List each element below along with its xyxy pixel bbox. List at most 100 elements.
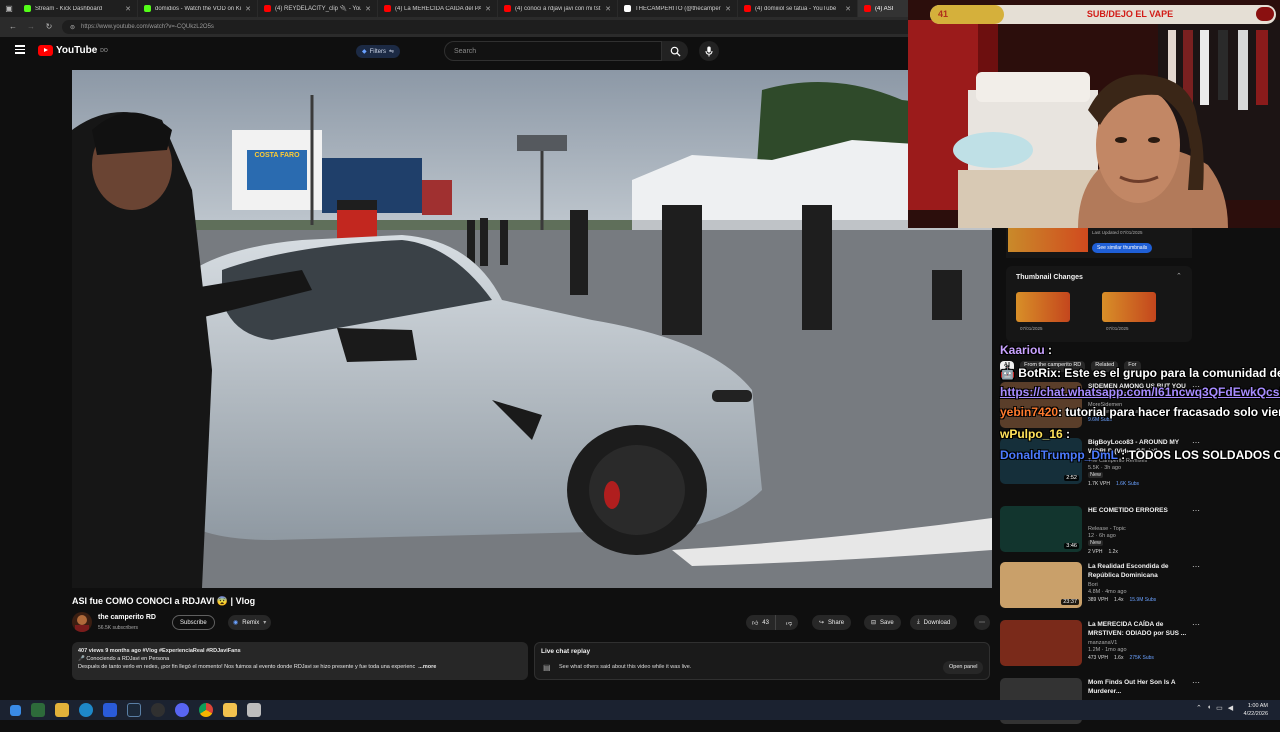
youtube-logo[interactable]: YouTube DO (38, 45, 108, 56)
recommendation-thumbnail[interactable]: 3:46 (1000, 506, 1082, 552)
chrome-app-icon[interactable] (199, 703, 213, 717)
browser-tab[interactable]: (4) REYDELACITY_clip 🔌 - YouTu ✕ (258, 0, 378, 17)
hamburger-menu-icon[interactable] (15, 45, 25, 54)
window-menu-icon[interactable]: ▣ (0, 4, 18, 14)
search-button[interactable] (662, 41, 688, 61)
discord-app-icon[interactable] (175, 703, 189, 717)
recommendation-thumbnail[interactable]: 23:37 (1000, 562, 1082, 608)
tab-close-icon[interactable]: ✕ (605, 5, 611, 13)
browser-tab[interactable]: (4) La MERECIDA CAÍDA del PAD ✕ (378, 0, 498, 17)
recommendation-channel[interactable]: Release - Topic (1088, 526, 1126, 532)
filters-button[interactable]: ◆ Filters ⇋ (356, 45, 400, 58)
tab-close-icon[interactable]: ✕ (125, 5, 131, 13)
file-explorer-icon[interactable] (55, 703, 69, 717)
recommendation-title[interactable]: La MERECIDA CAÍDA de MRSTIVEN: ODIADO po… (1088, 620, 1192, 638)
chat-username[interactable]: Kaariou (1000, 343, 1045, 357)
network-icon[interactable]: ▭ (1216, 704, 1223, 712)
download-button[interactable]: ⤓ Download (910, 615, 958, 630)
thumbnail-changes-title: Thumbnail Changes (1016, 274, 1083, 281)
collapse-chevron-icon[interactable]: ⌃ (1176, 272, 1182, 280)
tab-favicon-icon (624, 5, 631, 12)
description-box[interactable]: 407 views 9 months ago #Vlog #Experienci… (72, 642, 528, 680)
recommendation-thumbnail[interactable] (1000, 620, 1082, 666)
youtube-logo-country: DO (100, 47, 108, 54)
url-field[interactable]: ⊜ https://www.youtube.com/watch?v=-CQUkz… (62, 20, 922, 34)
youtube-play-icon (38, 45, 53, 56)
chat-message: yebin7420: tutorial para hacer fracasado… (1000, 405, 1280, 419)
chat-username[interactable]: 🤖 BotRix (1000, 366, 1057, 380)
tab-close-icon[interactable]: ✕ (725, 5, 731, 13)
recommendation-item[interactable]: La MERECIDA CAÍDA de MRSTIVEN: ODIADO po… (1000, 620, 1280, 674)
tray-chevron-icon[interactable]: ⌃ (1196, 704, 1202, 712)
browser-tab[interactable]: Stream - Kick Dashboard ✕ (18, 0, 138, 17)
more-options-icon[interactable]: ⋯ (1192, 620, 1200, 629)
subscribe-button[interactable]: Subscribe (172, 615, 215, 630)
recommendation-channel[interactable]: manzanaV1 (1088, 640, 1117, 646)
system-tray: ⌃ ◖ ▭ ◀ (1196, 704, 1233, 712)
stream-goal-text: SUB/DEJO EL VAPE (1086, 9, 1174, 19)
video-player[interactable]: COSTA FARO (72, 70, 992, 588)
recommendation-item[interactable]: 3:46 HE COMETIDO ERRORES Release - Topic 12… (1000, 506, 1280, 560)
channel-name[interactable]: the camperito RD (98, 614, 156, 621)
tab-close-icon[interactable]: ✕ (245, 5, 251, 13)
browser-tab[interactable]: (4) conoci a rdjavi javi con mi tst ✕ (498, 0, 618, 17)
recommendation-title[interactable]: La Realidad Escondida de República Domin… (1088, 562, 1192, 580)
thumbnail-change-1[interactable] (1016, 292, 1070, 322)
remix-button[interactable]: ◉ Remix ▾ (228, 615, 272, 630)
tab-close-icon[interactable]: ✕ (845, 5, 851, 13)
start-menu-icon[interactable] (10, 704, 21, 716)
share-button[interactable]: ↪ Share (812, 615, 852, 630)
dislike-button[interactable]: 👎︎ (780, 619, 798, 627)
recommendation-item[interactable]: 2:52 BigBoyLoco83 - AROUND MY WORLD (Vide… (1000, 438, 1280, 492)
chat-text: : Este es el grupo para la comunidad de … (1056, 366, 1280, 380)
volume-icon[interactable]: ◀ (1228, 704, 1233, 712)
chat-username[interactable]: yebin7420 (1000, 405, 1058, 419)
stat-chip: 389 VPH (1088, 597, 1109, 603)
like-button[interactable]: 👍︎ 43 (746, 615, 776, 630)
browser-tab[interactable]: (4) domiiiol se tatua - YouTube ✕ (738, 0, 858, 17)
steam-app-icon[interactable] (127, 703, 141, 717)
browser-tab[interactable]: domidios - Watch the VOD on Ki ✕ (138, 0, 258, 17)
more-actions-button[interactable]: ⋯ (974, 615, 990, 630)
more-options-icon[interactable]: ⋯ (1192, 438, 1200, 447)
recommendation-channel[interactable]: Bori (1088, 582, 1098, 588)
search-placeholder: Search (454, 47, 477, 55)
browser-tab[interactable]: THECAMPERITO (@thecamperito ✕ (618, 0, 738, 17)
taskbar-clock[interactable]: 1:00 AM 4/22/2026 (1244, 702, 1268, 718)
recommendation-item[interactable]: 23:37 La Realidad Escondida de República … (1000, 562, 1280, 616)
site-info-icon[interactable]: ⊜ (70, 24, 75, 31)
tab-title: (4) REYDELACITY_clip 🔌 - YouTu (275, 6, 362, 12)
reload-icon[interactable]: ↻ (44, 22, 54, 32)
word-app-icon[interactable] (103, 703, 117, 717)
terminal-app-icon[interactable] (31, 703, 45, 717)
youtube-logo-text: YouTube (56, 45, 98, 56)
edge-browser-icon[interactable] (79, 703, 93, 717)
thumbnail-change-2[interactable] (1102, 292, 1156, 322)
chat-message: DonaldTrumpp_DmL : TODOS LOS SOLDADOS O (1000, 448, 1280, 462)
save-button[interactable]: ⊟ Save (864, 615, 901, 630)
thumbs-down-icon: 👎︎ (785, 620, 793, 627)
more-options-icon[interactable]: ⋯ (1192, 678, 1200, 687)
shield-app-icon[interactable] (247, 703, 261, 717)
voice-search-button[interactable] (699, 41, 719, 61)
search-input[interactable]: Search (444, 41, 662, 61)
recommendation-title[interactable]: HE COMETIDO ERRORES (1088, 506, 1192, 515)
mic-tray-icon[interactable]: ◖ (1207, 704, 1211, 712)
tab-close-icon[interactable]: ✕ (365, 5, 371, 13)
previous-thumbnail[interactable] (1008, 228, 1088, 252)
chat-message: Kaariou : (1000, 343, 1052, 357)
folder-app-icon[interactable] (223, 703, 237, 717)
more-options-icon[interactable]: ⋯ (1192, 562, 1200, 571)
obs-app-icon[interactable] (151, 703, 165, 717)
see-similar-thumbnails-button[interactable]: See similar thumbnails (1092, 243, 1153, 253)
chat-username[interactable]: wPulpo_16 (1000, 427, 1063, 441)
description-more-link[interactable]: ...more (418, 663, 436, 671)
chat-username[interactable]: DonaldTrumpp_DmL (1000, 448, 1118, 462)
more-options-icon[interactable]: ⋯ (1192, 506, 1200, 515)
recommendation-title[interactable]: Mom Finds Out Her Son Is A Murderer... (1088, 678, 1192, 696)
tab-close-icon[interactable]: ✕ (485, 5, 491, 13)
back-icon[interactable]: ← (8, 22, 18, 32)
open-panel-button[interactable]: Open panel (943, 661, 984, 674)
channel-avatar[interactable] (72, 612, 92, 632)
forward-icon[interactable]: → (26, 22, 36, 32)
